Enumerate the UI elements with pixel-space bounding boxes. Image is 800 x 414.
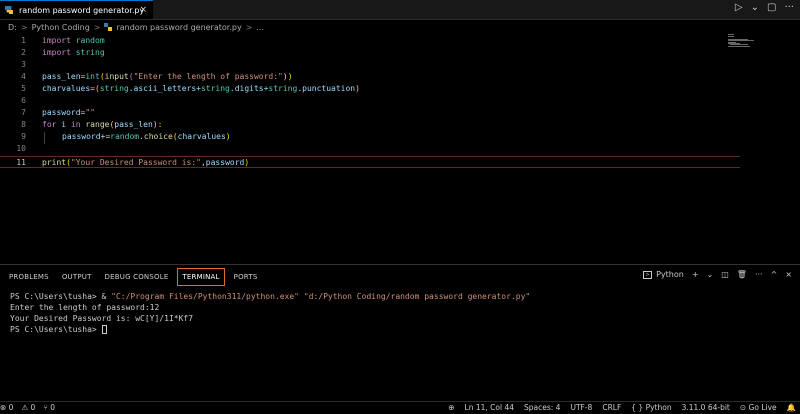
code-line: for i in range(pass_len): <box>42 120 163 129</box>
terminal-line: PS C:\Users\tusha> & "C:/Program Files/P… <box>10 292 531 301</box>
breadcrumb-drive[interactable]: D: <box>8 23 17 32</box>
code-line: import random <box>42 36 105 45</box>
tab-label: random password generator.py <box>19 5 145 15</box>
code-line: password="" <box>42 108 95 117</box>
bell-icon[interactable]: 🔔 <box>787 403 796 412</box>
indentation[interactable]: Spaces: 4 <box>524 403 560 412</box>
terminal[interactable]: PS C:\Users\tusha> & "C:/Program Files/P… <box>10 291 530 335</box>
editor-actions: ▷ ⌄ ▢ ··· <box>735 2 794 13</box>
status-right: ⊕ Ln 11, Col 44 Spaces: 4 UTF-8 CRLF { }… <box>448 403 796 412</box>
line-number: 7 <box>21 108 26 117</box>
code-line: password+=random.choice(charvalues) <box>62 132 231 141</box>
status-left: ⊗ 0 ⚠ 0 ⑂ 0 <box>0 403 55 412</box>
bottom-panel: PROBLEMS OUTPUT DEBUG CONSOLE TERMINAL P… <box>0 264 800 402</box>
panel-actions: > Python + ⌄ ◫ 🗑 ··· ^ × <box>643 270 792 279</box>
maximize-panel-icon[interactable]: ^ <box>771 270 778 279</box>
line-number: 2 <box>21 48 26 57</box>
chevron-right-icon: > <box>20 22 28 32</box>
line-ending[interactable]: CRLF <box>602 403 621 412</box>
line-number: 10 <box>16 144 26 153</box>
warnings-status[interactable]: ⚠ 0 <box>21 403 35 412</box>
terminal-dropdown-icon[interactable]: ⌄ <box>707 270 714 279</box>
language-mode[interactable]: { } Python <box>631 403 671 412</box>
terminal-profile[interactable]: > Python <box>643 270 684 279</box>
more-actions-icon[interactable]: ··· <box>784 2 794 13</box>
ports-status[interactable]: ⑂ 0 <box>43 403 55 412</box>
code-editor[interactable]: 1 2 3 4 5 6 7 8 9 10 11 import random im… <box>0 34 800 264</box>
line-number: 8 <box>21 120 26 129</box>
terminal-profile-label: Python <box>656 270 684 279</box>
tab-terminal[interactable]: TERMINAL <box>177 268 225 286</box>
code-line: print("Your Desired Password is:",passwo… <box>42 158 250 167</box>
line-number: 3 <box>21 60 26 69</box>
new-terminal-icon[interactable]: + <box>692 270 699 279</box>
code-line: pass_len=int(input("Enter the length of … <box>42 72 293 81</box>
terminal-line: Enter the length of password:12 <box>10 303 160 312</box>
breadcrumb: D: > Python Coding > random password gen… <box>0 20 800 34</box>
python-file-icon <box>104 23 113 31</box>
errors-status[interactable]: ⊗ 0 <box>0 403 13 412</box>
breadcrumb-folder[interactable]: Python Coding <box>32 23 90 32</box>
code-line: charvalues=(string.ascii_letters+string.… <box>42 84 360 93</box>
split-editor-icon[interactable]: ▢ <box>767 2 776 13</box>
encoding[interactable]: UTF-8 <box>570 403 592 412</box>
editor-tab-active[interactable]: random password generator.py × <box>0 0 153 19</box>
cursor-position[interactable]: Ln 11, Col 44 <box>465 403 514 412</box>
breadcrumb-file[interactable]: random password generator.py <box>116 23 241 32</box>
more-icon[interactable]: ··· <box>755 270 763 279</box>
line-number: 4 <box>21 72 26 81</box>
tab-debug-console[interactable]: DEBUG CONSOLE <box>101 268 173 286</box>
chevron-right-icon: > <box>245 22 253 32</box>
code-line: import string <box>42 48 105 57</box>
split-terminal-icon[interactable]: ◫ <box>721 270 729 279</box>
tab-bar: random password generator.py × ▷ ⌄ ▢ ··· <box>0 0 800 20</box>
line-number: 9 <box>21 132 26 141</box>
run-icon[interactable]: ▷ <box>735 2 743 13</box>
line-number-gutter: 1 2 3 4 5 6 7 8 9 10 11 <box>0 34 34 264</box>
close-panel-icon[interactable]: × <box>785 270 792 279</box>
tab-problems[interactable]: PROBLEMS <box>5 268 53 286</box>
terminal-line: PS C:\Users\tusha> <box>10 324 530 335</box>
code-area[interactable]: import random import string pass_len=int… <box>42 34 742 264</box>
zoom-icon[interactable]: ⊕ <box>448 403 454 412</box>
line-number: 6 <box>21 96 26 105</box>
trash-icon[interactable]: 🗑 <box>737 270 747 279</box>
tab-output[interactable]: OUTPUT <box>58 268 96 286</box>
status-bar: ⊗ 0 ⚠ 0 ⑂ 0 ⊕ Ln 11, Col 44 Spaces: 4 UT… <box>0 401 800 414</box>
breadcrumb-symbol[interactable]: ... <box>256 23 264 32</box>
go-live-button[interactable]: ⊙ Go Live <box>740 403 777 412</box>
terminal-line: Your Desired Password is: wC[Y]/1I*Kf7 <box>10 314 194 323</box>
terminal-cursor <box>101 325 107 334</box>
python-file-icon <box>5 6 13 14</box>
close-tab-icon[interactable]: × <box>139 5 147 15</box>
line-number: 1 <box>21 36 26 45</box>
panel-tabs: PROBLEMS OUTPUT DEBUG CONSOLE TERMINAL P… <box>0 268 261 286</box>
chevron-right-icon: > <box>93 22 101 32</box>
line-number: 5 <box>21 84 26 93</box>
run-menu-icon[interactable]: ⌄ <box>751 2 759 13</box>
tab-ports[interactable]: PORTS <box>230 268 262 286</box>
minimap[interactable] <box>726 34 760 48</box>
python-interpreter[interactable]: 3.11.0 64-bit <box>682 403 730 412</box>
terminal-icon: > <box>643 270 653 279</box>
